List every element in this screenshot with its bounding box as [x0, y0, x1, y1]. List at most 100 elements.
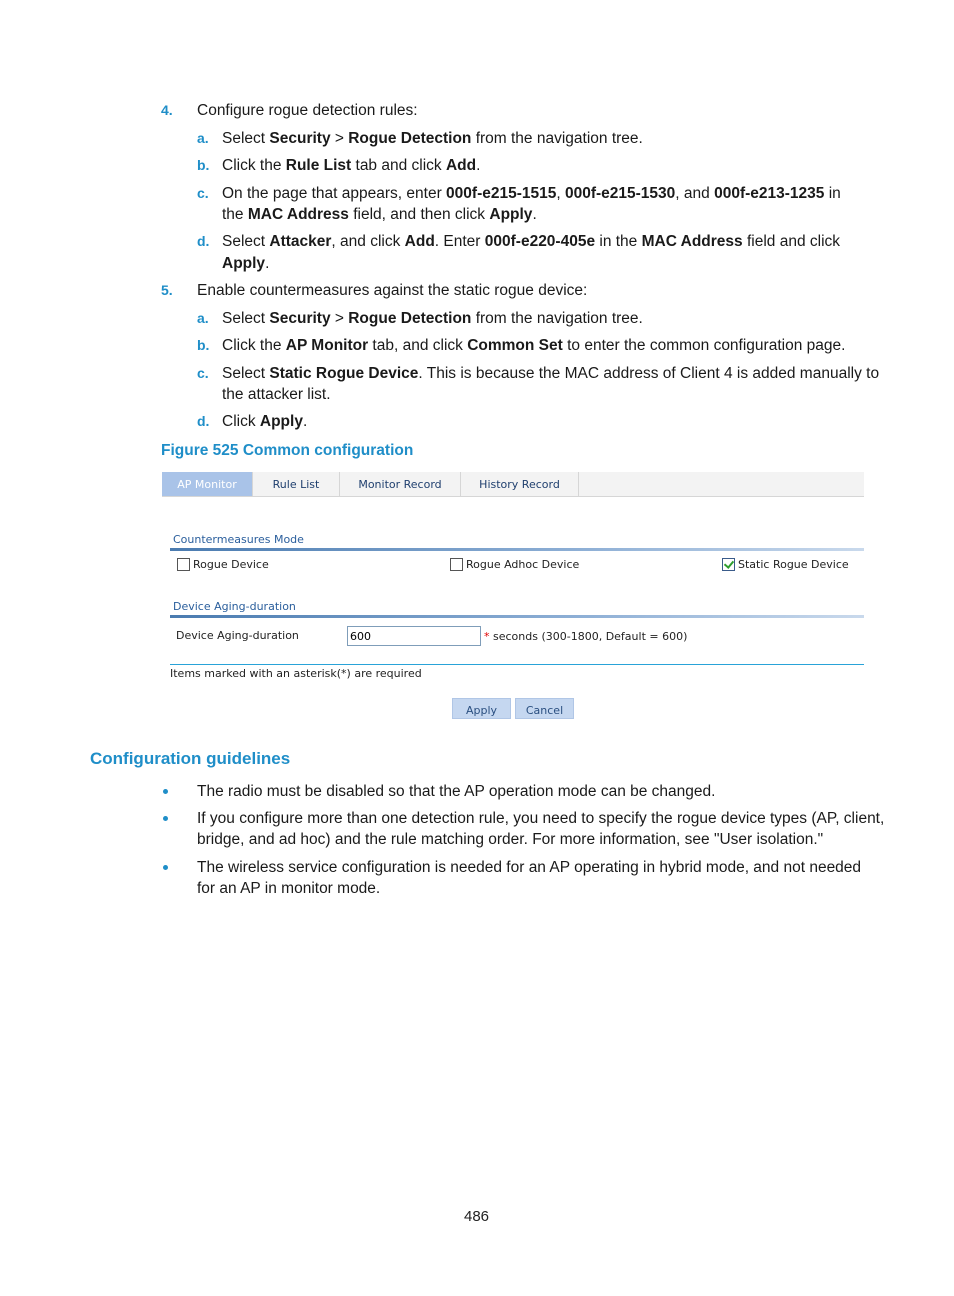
substep-text: Click the Rule List tab and click Add. — [222, 155, 480, 176]
substep-letter: d. — [197, 233, 210, 249]
substep-text: Select Attacker, and click Add. Enter 00… — [222, 231, 840, 252]
substep-text: Click Apply. — [222, 411, 307, 432]
text-run: . Enter — [434, 233, 485, 250]
tab-monitor-record[interactable]: Monitor Record — [340, 472, 461, 496]
bullet-icon — [163, 816, 168, 821]
bullet-icon — [163, 789, 168, 794]
text-run: Select — [222, 310, 270, 327]
checkbox-label: Rogue Device — [193, 558, 269, 571]
bold-term: Attacker — [269, 233, 332, 250]
text-run: tab, and click — [368, 337, 468, 354]
text-run: from the navigation tree. — [471, 130, 643, 147]
checkbox-icon[interactable] — [450, 558, 463, 571]
tab-ap-monitor[interactable]: AP Monitor — [162, 472, 253, 496]
text-run: Select — [222, 233, 270, 250]
substep-letter: d. — [197, 413, 210, 429]
text-run: the — [222, 206, 248, 223]
section-divider — [170, 615, 864, 618]
cancel-button[interactable]: Cancel — [515, 698, 574, 719]
guideline-text: bridge, and ad hoc) and the rule matchin… — [197, 831, 824, 848]
guideline-text: The wireless service configuration is ne… — [197, 859, 862, 876]
bold-term: 000f-e215-1515 — [446, 185, 557, 202]
text-run: Click the — [222, 337, 286, 354]
text-run: tab and click — [351, 157, 446, 174]
text-run: , and click — [331, 233, 405, 250]
bold-term: Static Rogue Device — [269, 365, 419, 382]
form-divider — [170, 664, 864, 665]
substep-text: Select Security > Rogue Detection from t… — [222, 308, 643, 329]
common-configuration-figure: AP Monitor Rule List Monitor Record Hist… — [162, 472, 864, 722]
page-number: 486 — [464, 1208, 490, 1225]
checkbox-checked-icon[interactable] — [722, 558, 735, 571]
substep-text: Click the AP Monitor tab, and click Comm… — [222, 335, 845, 356]
bullet-icon — [163, 865, 168, 870]
text-run: . — [265, 255, 270, 272]
substep-letter: a. — [197, 310, 209, 326]
substep-text: On the page that appears, enter 000f-e21… — [222, 183, 841, 204]
substep-text: the attacker list. — [222, 384, 331, 405]
section-divider — [170, 548, 864, 551]
bold-term: Rule List — [285, 157, 352, 174]
text-run: from the navigation tree. — [471, 310, 643, 327]
text-run: the attacker list. — [222, 386, 331, 403]
bold-term: Apply — [489, 206, 533, 223]
rogue-device-checkbox[interactable]: Rogue Device — [177, 558, 269, 571]
bold-term: Add — [404, 233, 435, 250]
bold-term: Common Set — [467, 337, 563, 354]
section-heading: Configuration guidelines — [90, 749, 291, 768]
rogue-adhoc-device-checkbox[interactable]: Rogue Adhoc Device — [450, 558, 579, 571]
bold-term: Apply — [259, 413, 303, 430]
step-text: Enable countermeasures against the stati… — [197, 282, 588, 299]
substep-text: Select Static Rogue Device. This is beca… — [222, 363, 879, 384]
guideline-text: If you configure more than one detection… — [197, 810, 885, 827]
substep-text: Apply. — [222, 253, 269, 274]
apply-button[interactable]: Apply — [452, 698, 511, 719]
step-number: 4. — [161, 102, 173, 118]
text-run: . — [476, 157, 481, 174]
substep-text: Select Security > Rogue Detection from t… — [222, 128, 643, 149]
figure-caption: Figure 525 Common configuration — [161, 442, 414, 459]
checkbox-icon[interactable] — [177, 558, 190, 571]
step-text: Configure rogue detection rules: — [197, 102, 418, 119]
text-run: in — [824, 185, 841, 202]
text-run: Click the — [222, 157, 286, 174]
text-run: , and — [675, 185, 715, 202]
aging-duration-hint: * seconds (300-1800, Default = 600) — [484, 630, 687, 643]
text-run: Select — [222, 130, 270, 147]
text-run: > — [330, 130, 349, 147]
text-run: , — [556, 185, 565, 202]
bold-term: Rogue Detection — [348, 310, 472, 327]
guideline-text: for an AP in monitor mode. — [197, 880, 381, 897]
countermeasures-mode-label: Countermeasures Mode — [173, 533, 304, 546]
checkbox-label: Static Rogue Device — [738, 558, 849, 571]
tab-bar: AP Monitor Rule List Monitor Record Hist… — [162, 472, 864, 497]
countermeasures-options: Rogue Device Rogue Adhoc Device Static R… — [162, 558, 864, 574]
bold-term: Security — [269, 310, 331, 327]
bold-term: AP Monitor — [285, 337, 369, 354]
step-number: 5. — [161, 282, 173, 298]
aging-duration-field-label: Device Aging-duration — [176, 629, 299, 642]
text-run: . — [302, 413, 308, 430]
bold-term: 000f-e213-1235 — [714, 185, 825, 202]
substep-letter: c. — [197, 365, 209, 381]
bold-term: MAC Address — [641, 233, 743, 250]
checkbox-label: Rogue Adhoc Device — [466, 558, 580, 571]
bold-term: Apply — [222, 255, 266, 272]
bold-term: Add — [445, 157, 477, 174]
aging-duration-section-label: Device Aging-duration — [173, 600, 296, 613]
aging-duration-input[interactable] — [347, 626, 481, 646]
text-run: Click — [222, 413, 260, 430]
text-run: > — [330, 310, 349, 327]
bold-term: 000f-e215-1530 — [564, 185, 676, 202]
text-run: in the — [595, 233, 642, 250]
tab-history-record[interactable]: History Record — [461, 472, 579, 496]
static-rogue-device-checkbox[interactable]: Static Rogue Device — [722, 558, 849, 571]
text-run: field and click — [742, 233, 841, 250]
hint-text: seconds (300-1800, Default = 600) — [489, 630, 688, 643]
text-run: Select — [222, 365, 270, 382]
substep-letter: c. — [197, 185, 209, 201]
guideline-text: The radio must be disabled so that the A… — [197, 783, 716, 800]
tab-rule-list[interactable]: Rule List — [253, 472, 340, 496]
bold-term: 000f-e220-405e — [484, 233, 596, 250]
text-run: . This is because the MAC address of Cli… — [418, 365, 880, 382]
